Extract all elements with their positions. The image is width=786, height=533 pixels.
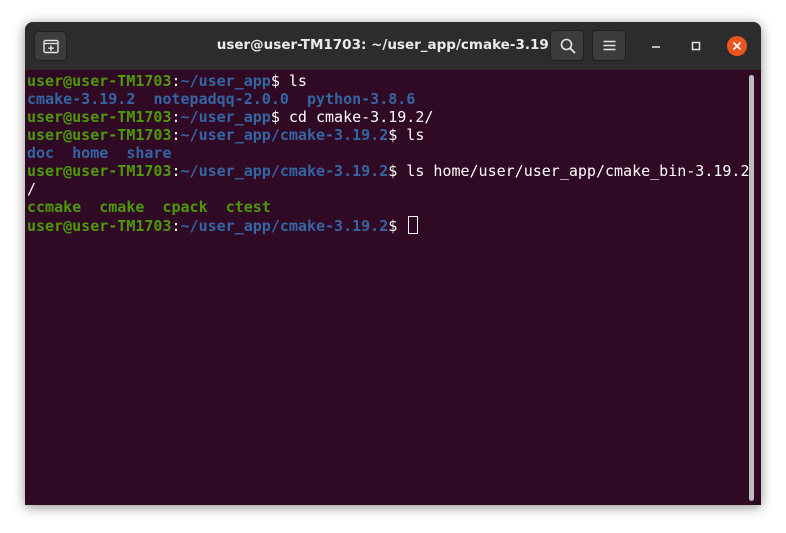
prompt-user: user@user-TM1703 — [27, 108, 172, 126]
directory-entry: home — [72, 144, 109, 162]
terminal-line: user@user-TM1703:~/user_app$ cd cmake-3.… — [27, 108, 749, 126]
minimize-icon — [652, 46, 660, 48]
directory-entry: doc — [27, 144, 55, 162]
terminal-output: user@user-TM1703:~/user_app$ ls cmake-3.… — [27, 72, 749, 235]
close-button[interactable] — [727, 36, 747, 56]
prompt-separator: : — [171, 126, 181, 144]
prompt-separator: : — [171, 108, 181, 126]
header-bar: user@user-TM1703: ~/user_app/cmake-3.19.… — [25, 22, 761, 71]
directory-entry: notepadqq-2.0.0 — [153, 90, 289, 108]
close-icon — [732, 41, 742, 51]
prompt-dollar: $ — [270, 72, 280, 90]
terminal-line: doc home share — [27, 144, 749, 162]
terminal-line: user@user-TM1703:~/user_app/cmake-3.19.2… — [27, 126, 749, 144]
executable-entry: cmake — [99, 198, 145, 216]
prompt-dollar: $ — [270, 108, 280, 126]
terminal-window: user@user-TM1703: ~/user_app/cmake-3.19.… — [25, 22, 761, 505]
terminal-area[interactable]: user@user-TM1703:~/user_app$ ls cmake-3.… — [25, 70, 761, 505]
terminal-line: / — [27, 180, 749, 198]
window-title: user@user-TM1703: ~/user_app/cmake-3.19.… — [216, 37, 564, 53]
prompt-dollar: $ — [388, 126, 398, 144]
directory-entry: share — [126, 144, 172, 162]
command-text: ls home/user/user_app/cmake_bin-3.19.2 — [397, 162, 750, 180]
directory-entry: python-3.8.6 — [306, 90, 416, 108]
executable-entry: cpack — [162, 198, 208, 216]
executable-entry: ccmake — [27, 198, 82, 216]
terminal-line: cmake-3.19.2 notepadqq-2.0.0 python-3.8.… — [27, 90, 749, 108]
menu-button[interactable] — [592, 30, 626, 61]
command-text: ls — [279, 72, 307, 90]
hamburger-menu-icon — [603, 40, 616, 51]
prompt-path: ~/user_app — [180, 72, 271, 90]
directory-entry: cmake-3.19.2 — [27, 90, 136, 108]
prompt-user: user@user-TM1703 — [27, 72, 172, 90]
text-cursor — [408, 216, 419, 234]
terminal-line: ccmake cmake cpack ctest — [27, 198, 749, 216]
executable-entry: ctest — [225, 198, 271, 216]
scrollbar[interactable] — [749, 75, 754, 501]
prompt-path: ~/user_app/cmake-3.19.2 — [180, 126, 389, 144]
prompt-path: ~/user_app — [180, 108, 271, 126]
maximize-button[interactable] — [687, 37, 705, 55]
minimize-button[interactable] — [647, 37, 665, 55]
prompt-separator: : — [171, 72, 181, 90]
prompt-path: ~/user_app/cmake-3.19.2 — [180, 162, 389, 180]
prompt-dollar: $ — [388, 217, 398, 235]
command-text: cd cmake-3.19.2/ — [279, 108, 434, 126]
terminal-line: user@user-TM1703:~/user_app$ ls — [27, 72, 749, 90]
prompt-user: user@user-TM1703 — [27, 217, 172, 235]
command-text-wrap: / — [27, 180, 37, 198]
prompt-path: ~/user_app/cmake-3.19.2 — [180, 217, 389, 235]
search-icon — [560, 38, 576, 54]
terminal-line: user@user-TM1703:~/user_app/cmake-3.19.2… — [27, 216, 749, 235]
command-text: ls — [397, 126, 425, 144]
prompt-user: user@user-TM1703 — [27, 126, 172, 144]
terminal-line: user@user-TM1703:~/user_app/cmake-3.19.2… — [27, 162, 749, 180]
maximize-icon — [691, 41, 701, 51]
prompt-dollar: $ — [388, 162, 398, 180]
prompt-separator: : — [171, 217, 181, 235]
new-tab-icon — [43, 39, 59, 54]
prompt-separator: : — [171, 162, 181, 180]
command-text — [397, 217, 406, 235]
new-tab-button[interactable] — [34, 31, 67, 61]
search-button[interactable] — [550, 30, 584, 61]
prompt-user: user@user-TM1703 — [27, 162, 172, 180]
